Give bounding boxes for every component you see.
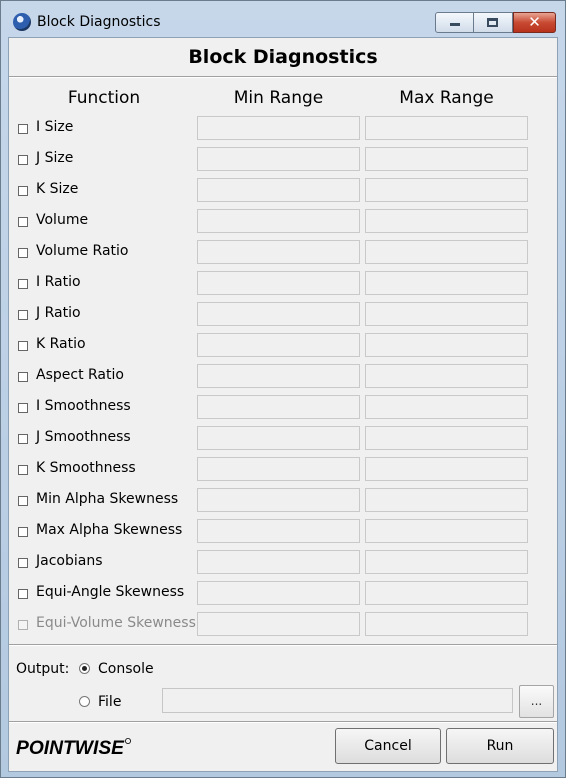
- console-radio[interactable]: [79, 663, 90, 674]
- function-checkbox[interactable]: [18, 217, 28, 227]
- radio-selected-dot: [82, 666, 87, 671]
- min-range-field[interactable]: [197, 240, 360, 264]
- min-range-field[interactable]: [197, 395, 360, 419]
- browse-button[interactable]: ...: [519, 685, 554, 718]
- max-range-field[interactable]: [365, 488, 528, 512]
- max-range-field[interactable]: [365, 302, 528, 326]
- min-range-field[interactable]: [197, 116, 360, 140]
- function-label: Aspect Ratio: [36, 367, 124, 383]
- max-range-field[interactable]: [365, 209, 528, 233]
- function-label: K Ratio: [36, 336, 86, 352]
- function-label: Min Alpha Skewness: [36, 491, 179, 507]
- max-range-field[interactable]: [365, 395, 528, 419]
- min-range-field[interactable]: [197, 550, 360, 574]
- console-radio-label[interactable]: Console: [98, 661, 154, 677]
- function-label: Jacobians: [36, 553, 103, 569]
- function-checkbox[interactable]: [18, 558, 28, 568]
- close-icon: ✕: [528, 13, 541, 31]
- max-range-field[interactable]: [365, 271, 528, 295]
- dialog-heading: Block Diagnostics: [188, 46, 378, 68]
- function-label: Equi-Volume Skewness: [36, 615, 196, 631]
- function-label: J Ratio: [36, 305, 81, 321]
- output-label: Output:: [16, 661, 70, 677]
- function-checkbox[interactable]: [18, 310, 28, 320]
- min-range-field[interactable]: [197, 426, 360, 450]
- cancel-button[interactable]: Cancel: [335, 728, 441, 764]
- function-checkbox[interactable]: [18, 434, 28, 444]
- minimize-icon: [450, 23, 460, 26]
- function-label: Max Alpha Skewness: [36, 522, 183, 538]
- function-checkbox[interactable]: [18, 372, 28, 382]
- maximize-icon: [487, 18, 498, 27]
- min-range-field[interactable]: [197, 364, 360, 388]
- close-button[interactable]: ✕: [513, 12, 556, 33]
- function-checkbox[interactable]: [18, 248, 28, 258]
- column-header-max-range: Max Range: [399, 88, 494, 108]
- max-range-field[interactable]: [365, 178, 528, 202]
- function-label: Volume Ratio: [36, 243, 129, 259]
- function-checkbox[interactable]: [18, 341, 28, 351]
- max-range-field[interactable]: [365, 426, 528, 450]
- output-divider: [9, 644, 557, 646]
- function-label: Volume: [36, 212, 89, 228]
- min-range-field[interactable]: [197, 302, 360, 326]
- max-range-field[interactable]: [365, 519, 528, 543]
- max-range-field[interactable]: [365, 364, 528, 388]
- function-label: Equi-Angle Skewness: [36, 584, 185, 600]
- heading-divider: [9, 76, 557, 78]
- max-range-field[interactable]: [365, 116, 528, 140]
- function-label: K Size: [36, 181, 79, 197]
- min-range-field[interactable]: [197, 209, 360, 233]
- column-header-function: Function: [67, 88, 141, 108]
- min-range-field[interactable]: [197, 612, 360, 636]
- title-bar[interactable]: Block Diagnostics ✕: [1, 1, 565, 37]
- function-label: I Smoothness: [36, 398, 131, 414]
- min-range-field[interactable]: [197, 147, 360, 171]
- min-range-field[interactable]: [197, 333, 360, 357]
- min-range-field[interactable]: [197, 178, 360, 202]
- registered-mark-icon: [125, 738, 132, 744]
- max-range-field[interactable]: [365, 550, 528, 574]
- function-checkbox[interactable]: [18, 465, 28, 475]
- function-checkbox[interactable]: [18, 124, 28, 134]
- block-diagnostics-window: Block Diagnostics ✕ Block Diagnostics Fu…: [0, 0, 566, 778]
- maximize-button[interactable]: [474, 12, 513, 33]
- function-label: I Ratio: [36, 274, 81, 290]
- window-title: Block Diagnostics: [37, 14, 161, 30]
- function-checkbox[interactable]: [18, 496, 28, 506]
- max-range-field[interactable]: [365, 147, 528, 171]
- min-range-field[interactable]: [197, 457, 360, 481]
- min-range-field[interactable]: [197, 488, 360, 512]
- function-checkbox: [18, 620, 28, 630]
- function-checkbox[interactable]: [18, 155, 28, 165]
- logo-wordmark: POINTWISE: [16, 738, 125, 759]
- function-label: K Smoothness: [36, 460, 136, 476]
- function-label: J Smoothness: [36, 429, 131, 445]
- function-checkbox[interactable]: [18, 186, 28, 196]
- max-range-field[interactable]: [365, 581, 528, 605]
- function-label: J Size: [36, 150, 74, 166]
- max-range-field[interactable]: [365, 457, 528, 481]
- dialog-body: Block Diagnostics Function Min Range Max…: [8, 37, 558, 772]
- function-label: I Size: [36, 119, 74, 135]
- function-checkbox[interactable]: [18, 589, 28, 599]
- min-range-field[interactable]: [197, 519, 360, 543]
- max-range-field[interactable]: [365, 240, 528, 264]
- file-radio[interactable]: [79, 696, 90, 707]
- run-button[interactable]: Run: [446, 728, 554, 764]
- pointwise-logo: POINTWISE: [16, 738, 132, 759]
- function-checkbox[interactable]: [18, 527, 28, 537]
- max-range-field[interactable]: [365, 333, 528, 357]
- footer-divider: [9, 721, 557, 723]
- minimize-button[interactable]: [435, 12, 474, 33]
- max-range-field[interactable]: [365, 612, 528, 636]
- file-radio-label[interactable]: File: [98, 694, 121, 710]
- file-path-field[interactable]: [162, 688, 513, 713]
- min-range-field[interactable]: [197, 581, 360, 605]
- min-range-field[interactable]: [197, 271, 360, 295]
- function-checkbox[interactable]: [18, 403, 28, 413]
- app-globe-icon: [13, 13, 31, 31]
- function-checkbox[interactable]: [18, 279, 28, 289]
- column-header-min-range: Min Range: [233, 88, 324, 108]
